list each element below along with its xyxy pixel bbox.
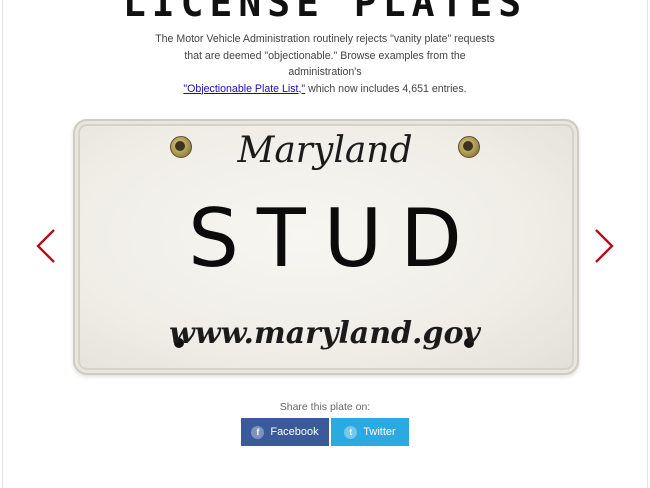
chevron-right-icon xyxy=(595,229,614,263)
page-title: LICENSE PLATES xyxy=(122,0,528,25)
intro-line-1: The Motor Vehicle Administration routine… xyxy=(155,33,495,45)
previous-plate-button[interactable] xyxy=(34,228,58,264)
plate-website: www.maryland.gov xyxy=(169,316,481,351)
twitter-share-button[interactable]: t Twitter xyxy=(331,418,409,446)
facebook-share-button[interactable]: f Facebook xyxy=(241,418,329,446)
plate-state-name: Maryland xyxy=(237,130,413,171)
twitter-icon: t xyxy=(344,425,358,439)
left-page-edge xyxy=(2,0,3,488)
facebook-label: Facebook xyxy=(270,426,319,438)
chevron-left-icon xyxy=(36,229,55,263)
license-plate-image: Maryland STUD www.maryland.gov xyxy=(70,116,580,376)
intro-text: The Motor Vehicle Administration routine… xyxy=(150,31,500,97)
next-plate-button[interactable] xyxy=(592,228,616,264)
plate-text: STUD xyxy=(188,192,480,285)
intro-line-3: "Objectionable Plate List," which now in… xyxy=(150,81,500,98)
facebook-icon: f xyxy=(251,425,265,439)
intro-line-3-rest: which now includes 4,651 entries. xyxy=(305,82,467,95)
share-label: Share this plate on: xyxy=(279,401,371,413)
intro-line-2: that are deemed "objectionable." Browse … xyxy=(184,49,466,79)
objectionable-plate-list-link[interactable]: "Objectionable Plate List," xyxy=(183,83,305,95)
right-page-edge xyxy=(647,0,648,488)
twitter-label: Twitter xyxy=(363,426,396,438)
